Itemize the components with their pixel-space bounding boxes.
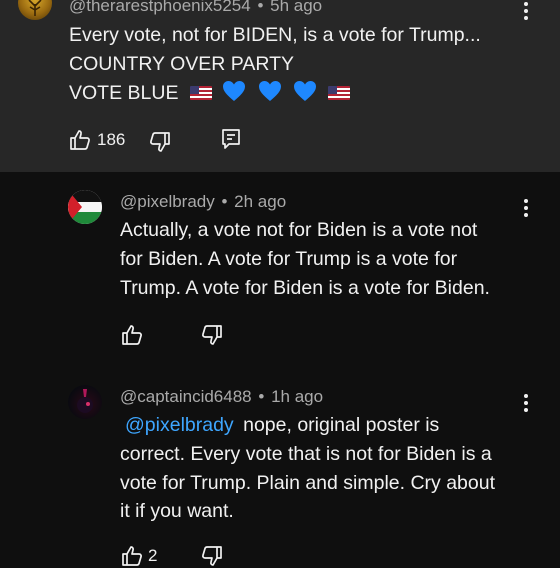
comment-line: correct. Every vote that is not for Bide… <box>120 442 492 465</box>
username[interactable]: @captaincid6488 <box>120 387 252 406</box>
avatar-pixelbrady[interactable] <box>68 190 102 224</box>
thumbs-down-icon[interactable] <box>200 544 224 568</box>
timestamp: 2h ago <box>234 192 287 211</box>
username[interactable]: @therarestphoenix5254 <box>69 0 251 15</box>
flag-avatar-icon <box>68 190 102 224</box>
more-options-icon[interactable] <box>518 196 534 220</box>
separator: • <box>257 0 264 15</box>
comment-line: Trump. A vote for Biden is a vote for Bi… <box>120 276 490 299</box>
comment-line: COUNTRY OVER PARTY <box>69 52 295 75</box>
avatar-captaincid[interactable] <box>68 385 102 419</box>
more-options-icon[interactable] <box>518 0 534 23</box>
thumbs-up-icon[interactable] <box>120 544 144 568</box>
us-flag-emoji <box>327 85 350 100</box>
blue-heart-emoji <box>294 80 317 101</box>
comment-meta: @pixelbrady • 2h ago <box>120 192 286 212</box>
character-avatar-icon <box>77 389 93 413</box>
comment-line: for Biden. A vote for Trump is a vote fo… <box>120 247 458 270</box>
comment-line: @pixelbrady nope, original poster is <box>125 414 440 436</box>
comment-meta: @captaincid6488 • 1h ago <box>120 387 323 407</box>
avatar-therarestphoenix[interactable] <box>18 0 52 20</box>
comment-line: it if you want. <box>120 500 234 523</box>
comment-meta: @therarestphoenix5254 • 5h ago <box>69 0 322 16</box>
mention-link[interactable]: @pixelbrady <box>125 414 234 436</box>
separator: • <box>221 192 228 211</box>
comment-text: @pixelbrady nope, original poster is cor… <box>120 411 495 526</box>
like-count: 186 <box>97 130 126 149</box>
timestamp: 5h ago <box>270 0 323 15</box>
timestamp: 1h ago <box>271 387 324 406</box>
comment-line: Actually, a vote not for Biden is a vote… <box>120 219 478 241</box>
thumbs-up-icon[interactable] <box>120 323 144 347</box>
comment-text: Every vote, not for BIDEN, is a vote for… <box>69 21 481 107</box>
blue-heart-emoji <box>258 80 281 101</box>
username[interactable]: @pixelbrady <box>120 192 215 211</box>
thumbs-down-icon[interactable] <box>148 130 172 154</box>
like-count: 2 <box>148 546 158 565</box>
comment-line: vote for Trump. Plain and simple. Cry ab… <box>120 471 496 494</box>
separator: • <box>258 387 265 406</box>
tree-logo-icon <box>28 0 42 16</box>
reply-icon[interactable] <box>220 127 242 151</box>
comment-line: Every vote, not for BIDEN, is a vote for… <box>69 24 481 46</box>
comment-text: Actually, a vote not for Biden is a vote… <box>120 216 490 302</box>
blue-heart-emoji <box>223 80 246 101</box>
us-flag-emoji <box>189 85 212 100</box>
thumbs-up-icon[interactable] <box>68 128 92 152</box>
thumbs-down-icon[interactable] <box>200 323 224 347</box>
more-options-icon[interactable] <box>518 391 534 415</box>
highlighted-comment: @therarestphoenix5254 • 5h ago Every vot… <box>0 0 560 172</box>
comment-line: VOTE BLUE <box>69 79 481 108</box>
